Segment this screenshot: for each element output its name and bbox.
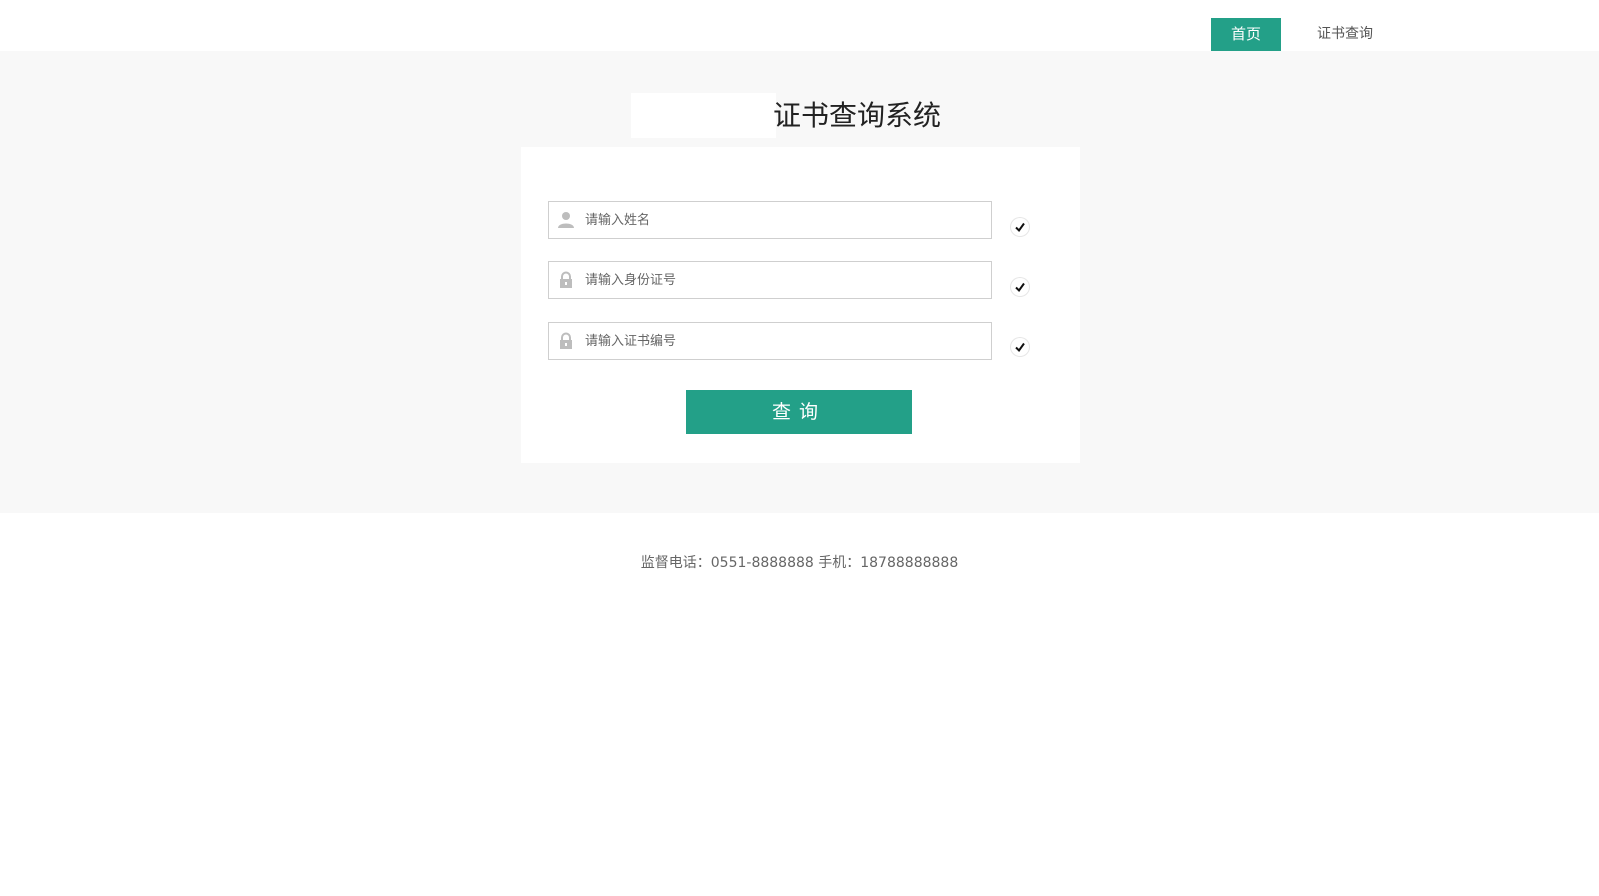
- nav-home-button[interactable]: 首页: [1211, 18, 1281, 51]
- page-title: 证书查询系统: [773, 99, 942, 132]
- id-valid-checkmark-icon: [1011, 278, 1029, 296]
- id-number-input[interactable]: [585, 262, 985, 298]
- certificate-number-field[interactable]: [548, 322, 992, 360]
- id-number-field[interactable]: [548, 261, 992, 299]
- top-bar: 首页 证书查询: [0, 0, 1599, 51]
- name-field[interactable]: [548, 201, 992, 239]
- lock-icon: [557, 332, 575, 350]
- logo-placeholder: [631, 93, 776, 138]
- footer-contact: 监督电话：0551-8888888 手机：18788888888: [640, 555, 959, 571]
- user-icon: [557, 211, 575, 229]
- name-valid-checkmark-icon: [1011, 218, 1029, 236]
- certificate-valid-checkmark-icon: [1011, 338, 1029, 356]
- lock-icon: [557, 271, 575, 289]
- query-submit-button[interactable]: 查询: [686, 390, 912, 434]
- nav-certificate-query-link[interactable]: 证书查询: [1300, 18, 1390, 51]
- name-input[interactable]: [585, 202, 985, 238]
- certificate-number-input[interactable]: [585, 323, 985, 359]
